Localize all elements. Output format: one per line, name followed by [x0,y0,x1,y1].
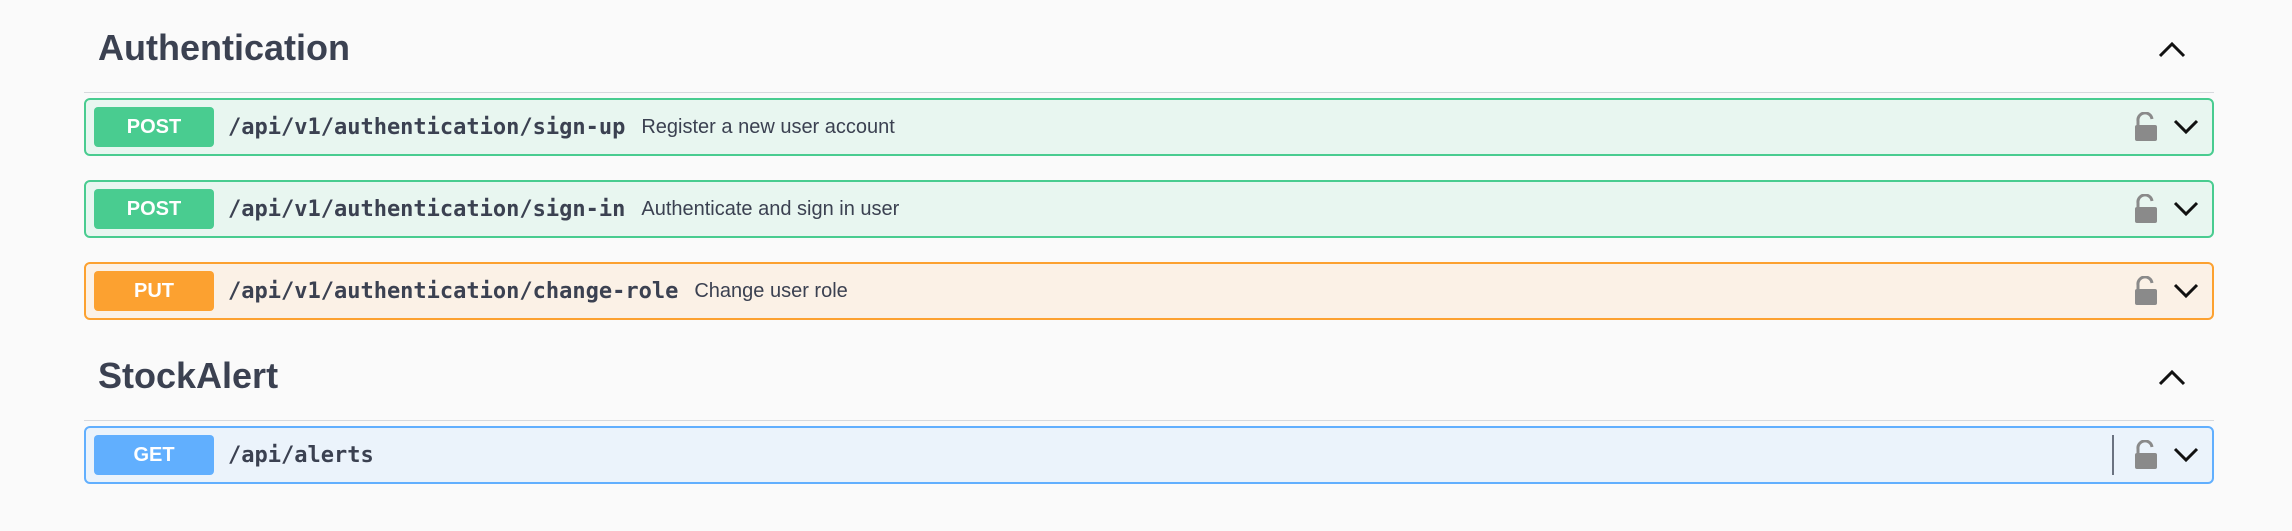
tag-section-stockalert: StockAlert [84,328,2214,421]
endpoint-path: /api/v1/authentication/sign-in [228,196,626,222]
operation-row[interactable]: GET /api/alerts [84,426,2214,484]
operation-row[interactable]: POST /api/v1/authentication/sign-in Auth… [84,180,2214,238]
endpoint-summary: Register a new user account [641,115,895,138]
method-badge: POST [94,189,214,229]
tag-title: Authentication [98,27,350,68]
tag-header-stockalert[interactable]: StockAlert [84,328,2214,421]
endpoint-path: /api/v1/authentication/change-role [228,278,679,304]
operation-row[interactable]: POST /api/v1/authentication/sign-up Regi… [84,98,2214,156]
method-badge: GET [94,435,214,475]
operation-row[interactable]: PUT /api/v1/authentication/change-role C… [84,262,2214,320]
unlock-icon[interactable] [2134,276,2158,306]
endpoint-summary: Authenticate and sign in user [641,197,900,220]
chevron-down-icon[interactable] [2172,200,2200,218]
method-badge: PUT [94,271,214,311]
endpoint-path: /api/alerts [228,442,374,468]
chevron-down-icon[interactable] [2172,118,2200,136]
unlock-icon[interactable] [2134,440,2158,470]
chevron-up-icon[interactable] [2152,358,2192,398]
chevron-up-icon[interactable] [2152,30,2192,70]
tag-header-authentication[interactable]: Authentication [84,0,2214,93]
unlock-icon[interactable] [2134,112,2158,142]
divider [2112,435,2114,475]
tag-section-authentication: Authentication [84,0,2214,93]
endpoint-path: /api/v1/authentication/sign-up [228,114,626,140]
tag-title: StockAlert [98,355,279,396]
unlock-icon[interactable] [2134,194,2158,224]
chevron-down-icon[interactable] [2172,446,2200,464]
endpoint-summary: Change user role [694,279,848,302]
chevron-down-icon[interactable] [2172,282,2200,300]
method-badge: POST [94,107,214,147]
